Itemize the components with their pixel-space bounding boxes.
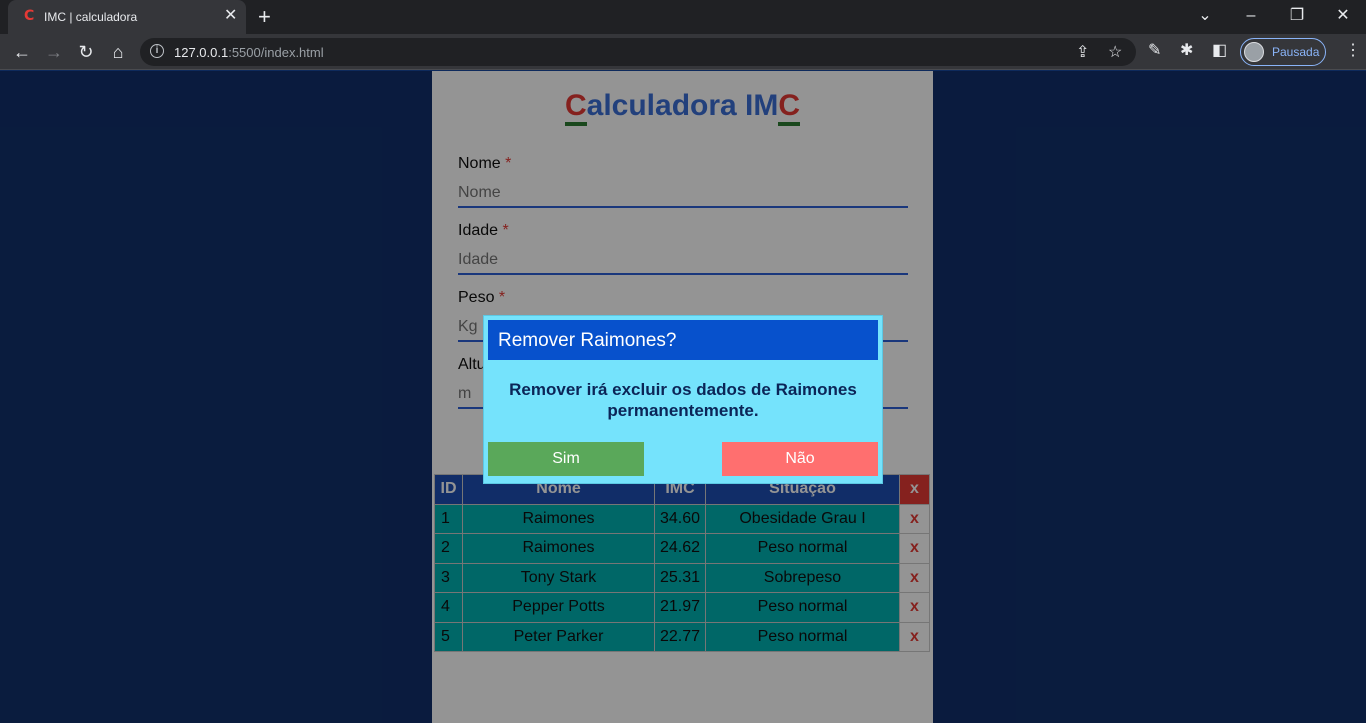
dialog-title: Remover Raimones? <box>498 330 677 351</box>
dialog-message: Remover irá excluir os dados de Raimones… <box>509 380 857 420</box>
site-info-icon[interactable]: i <box>150 44 164 58</box>
pen-extension-icon[interactable]: ✎ <box>1148 42 1161 60</box>
cancel-no-button[interactable]: Não <box>722 442 878 476</box>
home-icon[interactable]: ⌂ <box>106 40 130 64</box>
tab-close-icon[interactable]: ✕ <box>224 8 237 24</box>
back-icon[interactable]: ← <box>10 40 34 64</box>
extensions-puzzle-icon[interactable]: ✱ <box>1180 42 1193 60</box>
share-icon[interactable]: ⇪ <box>1076 42 1089 62</box>
tab-favicon-icon: C <box>24 8 35 24</box>
browser-menu-icon[interactable]: ⋮ <box>1345 42 1361 60</box>
tab-search-chevron-icon[interactable]: ⌄ <box>1193 6 1217 26</box>
window-close-icon[interactable]: ✕ <box>1331 6 1355 26</box>
new-tab-icon[interactable]: + <box>258 6 271 28</box>
tab-title: IMC | calculadora <box>44 10 138 24</box>
reload-icon[interactable]: ↻ <box>74 40 98 64</box>
browser-tab[interactable]: C IMC | calculadora ✕ <box>8 0 246 34</box>
profile-button[interactable]: Pausada <box>1240 38 1326 66</box>
browser-toolbar: ← → ↻ ⌂ i 127.0.0.1:5500/index.html ⇪ ☆ … <box>0 34 1366 70</box>
profile-label: Pausada <box>1272 45 1320 59</box>
browser-tabbar: C IMC | calculadora ✕ + ⌄ – ❐ ✕ <box>0 0 1366 34</box>
url-host: 127.0.0.1 <box>174 45 229 60</box>
confirm-remove-dialog: Remover Raimones? Remover irá excluir os… <box>483 315 883 484</box>
forward-icon[interactable]: → <box>42 40 66 64</box>
avatar <box>1244 42 1264 62</box>
address-bar[interactable]: i 127.0.0.1:5500/index.html ⇪ ☆ <box>140 38 1136 66</box>
minimize-icon[interactable]: – <box>1239 6 1263 26</box>
bookmark-star-icon[interactable]: ☆ <box>1108 42 1122 62</box>
dialog-header: Remover Raimones? <box>488 320 878 360</box>
restore-icon[interactable]: ❐ <box>1285 6 1309 26</box>
side-panel-icon[interactable]: ◧ <box>1212 42 1227 60</box>
confirm-yes-button[interactable]: Sim <box>488 442 644 476</box>
url-path: :5500/index.html <box>228 45 324 60</box>
url-text: 127.0.0.1:5500/index.html <box>174 45 324 60</box>
